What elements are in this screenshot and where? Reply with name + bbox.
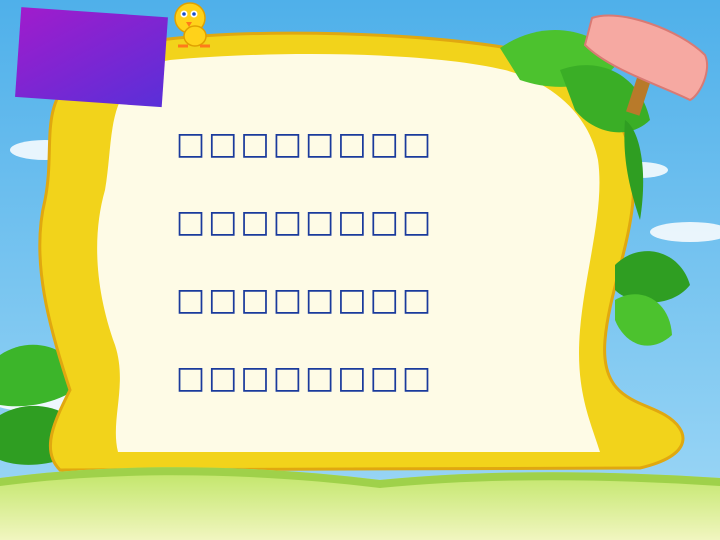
poem-line-1: □□□□□□□□ xyxy=(175,126,435,162)
poem-line-3: □□□□□□□□ xyxy=(175,282,435,318)
purple-box xyxy=(15,7,168,108)
poem-line-2: □□□□□□□□ xyxy=(175,204,435,240)
poem-text: □□□□□□□□ □□□□□□□□ □□□□□□□□ □□□□□□□□ xyxy=(150,118,460,430)
poem-line-4: □□□□□□□□ xyxy=(175,360,435,396)
